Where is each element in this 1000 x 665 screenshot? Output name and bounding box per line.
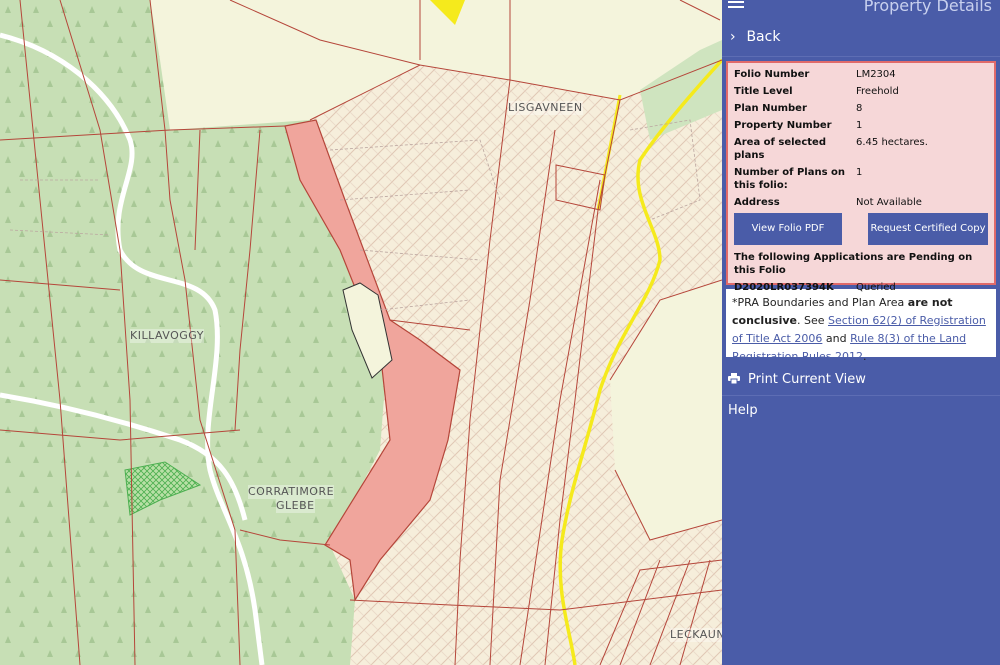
address-row: Address Not Available xyxy=(734,196,988,209)
map-canvas[interactable] xyxy=(0,0,722,665)
area-label: Area of selected plans xyxy=(734,137,826,161)
application-status: Queried xyxy=(856,282,896,293)
map-label-leckaun: LECKAUN xyxy=(670,628,722,642)
folio-number-label: Folio Number xyxy=(734,69,810,80)
printer-icon xyxy=(728,366,740,385)
property-number-value: 1 xyxy=(856,120,863,131)
map-label-lisgavneen: LISGAVNEEN xyxy=(508,101,583,115)
num-plans-value: 1 xyxy=(856,167,863,178)
help-button[interactable]: Help xyxy=(722,396,1000,426)
map-view[interactable]: KILLAVOGGY LISGAVNEEN CORRATIMORE GLEBE … xyxy=(0,0,722,665)
application-row: D2020LR037394K Queried xyxy=(734,281,988,294)
print-current-view-button[interactable]: Print Current View xyxy=(722,365,1000,396)
request-certified-copy-button[interactable]: Request Certified Copy xyxy=(868,213,988,245)
hamburger-menu-icon[interactable] xyxy=(728,0,744,12)
note-see: . See xyxy=(796,314,828,327)
details-buttons: View Folio PDF Request Certified Copy xyxy=(734,213,988,245)
print-label: Print Current View xyxy=(748,372,866,387)
map-label-glebe: GLEBE xyxy=(276,499,315,513)
property-number-label: Property Number xyxy=(734,120,832,131)
panel-header: Property Details xyxy=(722,0,1000,18)
note-prefix: *PRA Boundaries and Plan Area xyxy=(732,296,908,309)
property-number-row: Property Number 1 xyxy=(734,119,988,132)
title-level-label: Title Level xyxy=(734,86,793,97)
plan-number-label: Plan Number xyxy=(734,103,807,114)
plan-number-row: Plan Number 8 xyxy=(734,102,988,115)
note-and: and xyxy=(822,332,851,345)
view-folio-pdf-button[interactable]: View Folio PDF xyxy=(734,213,842,245)
pending-applications-heading: The following Applications are Pending o… xyxy=(734,252,973,276)
note-end: . xyxy=(863,350,867,363)
application-id: D2020LR037394K xyxy=(734,282,834,293)
num-plans-row: Number of Plans on this folio: 1 xyxy=(734,166,988,192)
address-label: Address xyxy=(734,197,780,208)
back-button[interactable]: › Back xyxy=(722,18,1000,57)
map-label-corratimore: CORRATIMORE xyxy=(248,485,335,499)
disclaimer-note: *PRA Boundaries and Plan Area are not co… xyxy=(726,289,996,363)
back-label: Back xyxy=(746,29,781,45)
panel-title: Property Details xyxy=(863,0,992,15)
title-level-row: Title Level Freehold xyxy=(734,85,988,98)
folio-number-value: LM2304 xyxy=(856,69,896,80)
plan-number-value: 8 xyxy=(856,103,863,114)
folio-number-row: Folio Number LM2304 xyxy=(734,68,988,81)
chevron-right-icon: › xyxy=(730,29,736,45)
address-value: Not Available xyxy=(856,197,922,208)
title-level-value: Freehold xyxy=(856,86,899,97)
map-label-killavoggy: KILLAVOGGY xyxy=(130,329,204,343)
area-value: 6.45 hectares. xyxy=(856,137,928,148)
num-plans-label: Number of Plans on this folio: xyxy=(734,167,846,191)
property-details-panel: Property Details › Back Folio Number LM2… xyxy=(722,0,1000,665)
folio-details-box: Folio Number LM2304 Title Level Freehold… xyxy=(726,61,996,293)
area-row: Area of selected plans 6.45 hectares. xyxy=(734,136,988,162)
